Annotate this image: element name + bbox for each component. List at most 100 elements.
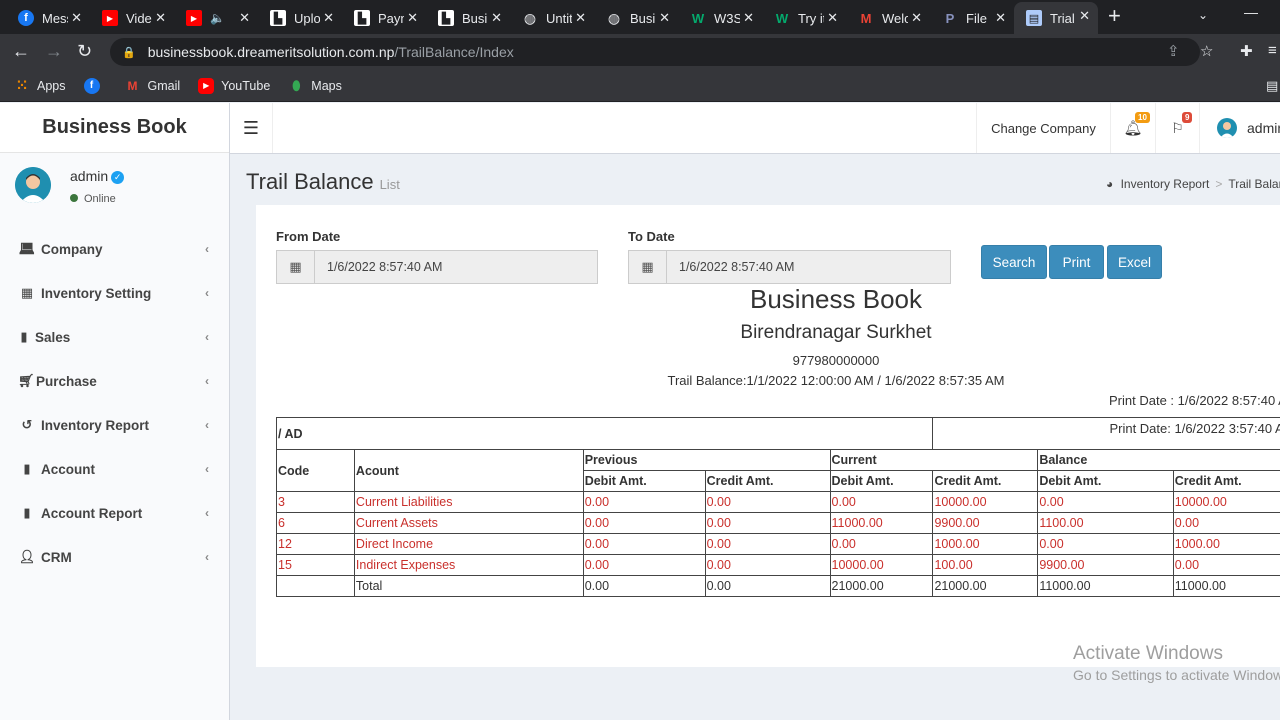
cell-code[interactable]: 3 [276, 491, 355, 513]
cell-current-credit: 100.00 [932, 554, 1039, 576]
browser-tab[interactable]: ▶ Video ✕ [90, 4, 174, 32]
cell-balance-debit: 0.00 [1037, 491, 1174, 513]
sidebar-item-sales[interactable]: ▮ Sales ‹ [0, 315, 229, 359]
user-menu[interactable]: admin [1199, 103, 1280, 153]
print-button[interactable]: Print [1049, 245, 1104, 279]
cell-account[interactable]: Current Liabilities [353, 491, 584, 513]
notifications-button[interactable]: 🔔︎ 10 [1110, 103, 1155, 153]
brand-logo[interactable]: Business Book [0, 103, 229, 153]
minimize-icon[interactable]: — [1244, 4, 1258, 20]
tab-close-icon[interactable]: ✕ [155, 10, 166, 26]
browser-tab[interactable]: ▙ Business ✕ [426, 4, 510, 32]
sidebar-toggle-icon[interactable]: ☰ [230, 103, 273, 153]
cell-code[interactable]: 12 [276, 533, 355, 555]
table-row[interactable]: 3 Current Liabilities 0.00 0.00 0.00 100… [276, 491, 1280, 513]
back-icon[interactable]: ← [12, 42, 30, 60]
bookmark-facebook[interactable]: f [83, 77, 107, 94]
browser-tab[interactable]: M Welcome ✕ [846, 4, 930, 32]
document-icon: ▙ [438, 10, 454, 26]
bookmark-youtube[interactable]: ▶ YouTube [198, 77, 270, 94]
sidebar-item-crm[interactable]: 👤︎ CRM ‹ [0, 535, 229, 579]
extensions-icon[interactable]: ✚ [1240, 42, 1253, 60]
from-date-field[interactable]: ▦ 1/6/2022 8:57:40 AM [276, 250, 598, 284]
tab-close-icon[interactable]: ✕ [491, 10, 502, 26]
flags-button[interactable]: ⚐ 9 [1155, 103, 1199, 153]
browser-tab[interactable]: P File ✕ [930, 4, 1014, 32]
share-icon[interactable]: ⇪ [1167, 42, 1180, 60]
tab-close-icon[interactable]: ✕ [995, 10, 1006, 26]
tab-close-icon[interactable]: ✕ [323, 10, 334, 26]
tab-close-icon[interactable]: ✕ [911, 10, 922, 26]
reload-icon[interactable]: ↻ [77, 42, 92, 60]
calendar-icon[interactable]: ▦ [629, 251, 667, 283]
browser-tab[interactable]: ▙ Upload ✕ [258, 4, 342, 32]
tab-search-icon[interactable]: ⌄ [1198, 8, 1208, 22]
tab-close-icon[interactable]: ✕ [827, 10, 838, 26]
browser-tab[interactable]: ◍ Untitled ✕ [510, 4, 594, 32]
history-icon: ↺ [21, 417, 33, 432]
tab-close-icon[interactable]: ✕ [1079, 8, 1090, 24]
excel-button[interactable]: Excel [1107, 245, 1162, 279]
cell-account[interactable]: Direct Income [353, 533, 584, 555]
browser-tab[interactable]: ◍ Business ✕ [594, 4, 678, 32]
breadcrumb-item[interactable]: Inventory Report [1121, 177, 1210, 191]
browser-tab[interactable]: f Messenger ✕ [6, 4, 90, 32]
change-company-link[interactable]: Change Company [976, 103, 1110, 153]
browser-tab[interactable]: W Try it ✕ [762, 4, 846, 32]
table-meta-row: / AD Print Date: 1/6/2022 3:57:40 AM [275, 417, 1280, 450]
bookmark-maps[interactable]: ⬮ Maps [288, 78, 342, 94]
sidebar-item-account[interactable]: ▮ Account ‹ [0, 447, 229, 491]
star-icon[interactable]: ☆ [1200, 42, 1213, 60]
cell-total: 21000.00 [829, 575, 934, 597]
calendar-icon[interactable]: ▦ [277, 251, 315, 283]
sidebar-item-company[interactable]: 💻︎ Company ‹ [0, 227, 229, 271]
facebook-icon: f [83, 77, 100, 94]
sidebar-item-account-report[interactable]: ▮ Account Report ‹ [0, 491, 229, 535]
address-bar[interactable]: 🔒 businessbook.dreameritsolution.com.np … [110, 38, 1200, 66]
w3schools-icon: W [691, 10, 705, 26]
tab-label: Upload [294, 10, 320, 26]
menu-icon[interactable]: ≡ [1268, 42, 1277, 59]
tab-label: Untitled [546, 10, 572, 26]
browser-tab-active[interactable]: ▤ Trial ✕ [1014, 2, 1098, 34]
tab-close-icon[interactable]: ✕ [239, 10, 250, 26]
cell-current-debit: 11000.00 [829, 512, 934, 534]
chevron-left-icon: ‹ [205, 418, 209, 432]
cell-account[interactable]: Indirect Expenses [353, 554, 584, 576]
sidebar-item-purchase[interactable]: 🛒︎ Purchase ‹ [0, 359, 229, 403]
browser-toolbar: ← → ↻ 🔒 businessbook.dreameritsolution.c… [0, 34, 1280, 70]
to-date-field[interactable]: ▦ 1/6/2022 8:57:40 AM [628, 250, 951, 284]
user-panel: admin ✓ Online [0, 153, 229, 227]
cell-code[interactable]: 15 [276, 554, 355, 576]
table-row[interactable]: 15 Indirect Expenses 0.00 0.00 10000.00 … [276, 554, 1280, 576]
tab-label: Business [630, 10, 656, 26]
tab-close-icon[interactable]: ✕ [743, 10, 754, 26]
tab-close-icon[interactable]: ✕ [659, 10, 670, 26]
bookmark-apps[interactable]: ⁙ Apps [14, 77, 66, 94]
cell-account[interactable]: Current Assets [353, 512, 584, 534]
url-host: businessbook.dreameritsolution.com.np [147, 44, 395, 60]
forward-icon[interactable]: → [45, 42, 63, 60]
reading-list-icon[interactable]: ▤ [1266, 78, 1278, 94]
sidebar-item-inventory-report[interactable]: ↺ Inventory Report ‹ [0, 403, 229, 447]
cell-code[interactable]: 6 [276, 512, 355, 534]
bookmark-label: Apps [37, 78, 66, 93]
search-button[interactable]: Search [981, 245, 1047, 279]
gmail-icon: M [127, 78, 138, 93]
browser-tab[interactable]: W W3Schools ✕ [678, 4, 762, 32]
tab-close-icon[interactable]: ✕ [71, 10, 82, 26]
php-icon: P [945, 10, 955, 26]
table-row[interactable]: 6 Current Assets 0.00 0.00 11000.00 9900… [276, 512, 1280, 534]
new-tab-icon[interactable]: + [1108, 5, 1121, 27]
to-date-value: 1/6/2022 8:57:40 AM [679, 260, 795, 274]
tab-close-icon[interactable]: ✕ [407, 10, 418, 26]
table-row[interactable]: 12 Direct Income 0.00 0.00 0.00 1000.00 … [276, 533, 1280, 555]
bookmark-gmail[interactable]: M Gmail [125, 78, 181, 94]
sidebar-item-inventory-setting[interactable]: ▦ Inventory Setting ‹ [0, 271, 229, 315]
tab-label: Trial [1050, 10, 1075, 26]
cell-current-credit: 10000.00 [932, 491, 1039, 513]
cell-total: 11000.00 [1037, 575, 1174, 597]
browser-tab[interactable]: ▙ Payment ✕ [342, 4, 426, 32]
tab-close-icon[interactable]: ✕ [575, 10, 586, 26]
browser-tab[interactable]: ▶ 🔈 ✕ [174, 4, 258, 32]
